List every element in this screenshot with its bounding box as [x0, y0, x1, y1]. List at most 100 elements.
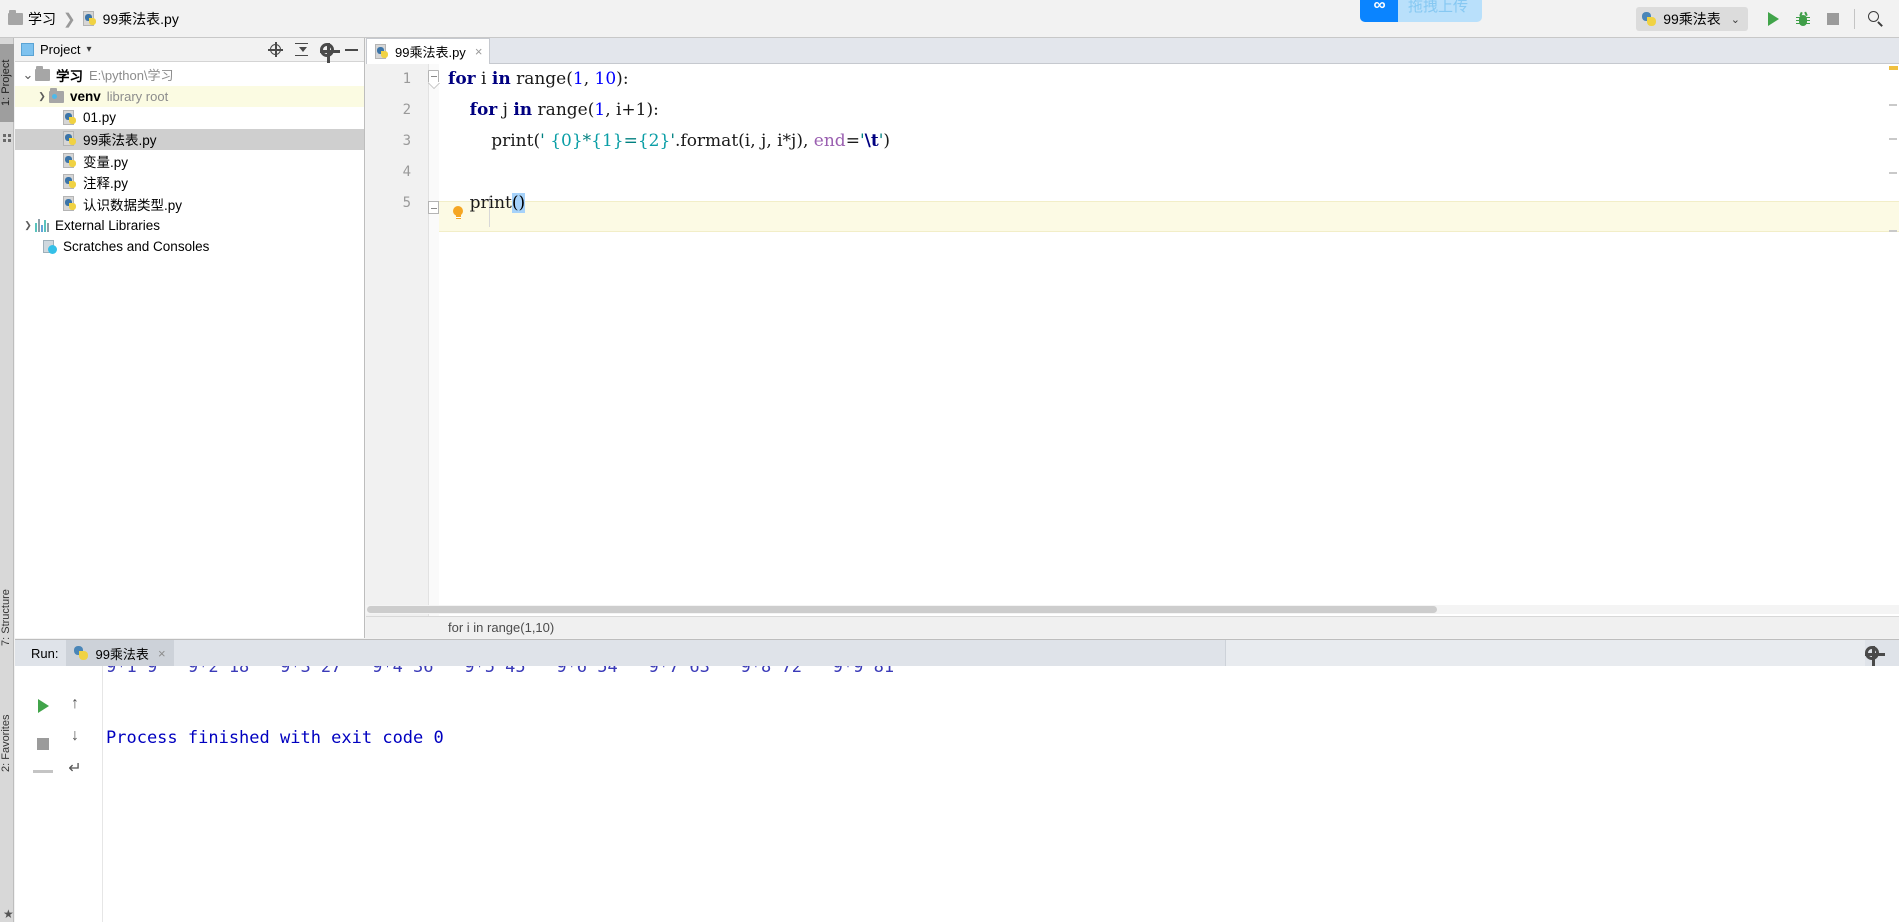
run-console-output[interactable]: 9*1 9 9*2 18 9*3 27 9*4 36 9*5 45 9*6 54… [104, 666, 1899, 922]
breadcrumb-item-file[interactable]: 99乘法表.py [82, 9, 179, 29]
project-tool-window: Project ▾ 学习 E:\python\学习 [15, 38, 365, 638]
tree-item-99-multiplication-py[interactable]: 99乘法表.py [15, 128, 364, 150]
token-function-range: range [532, 100, 588, 120]
tool-button-project[interactable]: 1: Project [0, 44, 14, 122]
scroll-up-button[interactable]: ↑ [63, 692, 87, 716]
python-file-icon [63, 109, 78, 126]
stop-button[interactable] [1818, 4, 1848, 34]
top-breadcrumb-bar: 学习 ❯ 99乘法表.py 99乘法表 ⌄ ∞ 拖拽上传 [0, 0, 1899, 38]
fold-gutter[interactable] [428, 64, 439, 638]
run-tab-99-multiplication[interactable]: 99乘法表 × [66, 640, 174, 666]
fold-region-start-icon[interactable] [428, 70, 439, 83]
token-comma: , [605, 100, 616, 120]
chevron-right-icon[interactable] [21, 219, 35, 231]
token-expression: i+1 [616, 100, 647, 120]
scroll-down-button[interactable]: ↓ [63, 724, 87, 748]
python-file-icon [375, 43, 390, 60]
token-comma: , [802, 131, 814, 151]
editor-tab-99-multiplication-py[interactable]: 99乘法表.py × [366, 38, 491, 64]
tree-item-variable-py[interactable]: 变量.py [15, 150, 364, 172]
token-function-range: range [510, 69, 567, 89]
python-file-icon [63, 174, 78, 190]
drag-upload-toast[interactable]: ∞ 拖拽上传 [1360, 0, 1483, 22]
tree-item-label: 01.py [83, 110, 117, 126]
collapse-all-icon[interactable] [294, 42, 309, 57]
rerun-button[interactable] [31, 694, 55, 718]
stop-process-button[interactable] [31, 732, 55, 756]
chevron-down-icon: ⌄ [1730, 13, 1740, 26]
tree-item-project-root[interactable]: 学习 E:\python\学习 [15, 64, 364, 86]
tree-item-01-py[interactable]: 01.py [15, 107, 364, 129]
folder-icon [8, 9, 23, 25]
editor-breadcrumb-status: for i in range(1,10) [366, 616, 1899, 638]
gear-icon[interactable] [1865, 646, 1885, 666]
line-number-gutter: 1 2 3 4 5 [366, 64, 429, 638]
editor-horizontal-scrollbar[interactable] [366, 605, 1899, 614]
token-function-print: print [469, 193, 512, 213]
tree-item-label: venv [70, 88, 101, 104]
token-number: 10 [594, 69, 617, 89]
tree-item-external-libraries[interactable]: External Libraries [15, 215, 364, 237]
warning-marker[interactable] [1889, 66, 1898, 70]
chevron-down-icon[interactable]: ▾ [86, 44, 91, 55]
chevron-right-icon[interactable] [35, 90, 49, 102]
code-editor[interactable]: 1 2 3 4 5 for i in range(1, 10): for j i… [366, 64, 1899, 638]
breadcrumb-label: 学习 [28, 10, 56, 27]
token-method-format: .format [675, 131, 739, 151]
breadcrumb-item-project[interactable]: 学习 [8, 9, 56, 29]
fold-region-end-icon[interactable] [428, 201, 439, 214]
soft-wrap-button[interactable]: ↵ [63, 756, 87, 780]
close-icon[interactable]: × [475, 44, 483, 59]
token-keyword-in: in [513, 100, 533, 120]
tree-item-scratches-consoles[interactable]: Scratches and Consoles [15, 236, 364, 258]
search-everywhere-button[interactable] [1861, 4, 1891, 34]
line-number: 3 [402, 133, 411, 149]
python-file-icon [1642, 11, 1657, 27]
editor-tab-strip: 99乘法表.py × [366, 38, 1899, 64]
run-configuration-selector[interactable]: 99乘法表 ⌄ [1636, 7, 1748, 31]
token-string-equals: = [623, 131, 638, 151]
editor-scroll-markers[interactable] [1887, 64, 1899, 638]
code-line-1: for i in range(1, 10): [448, 64, 629, 95]
libraries-icon [35, 218, 49, 232]
bug-icon [1796, 11, 1810, 27]
tree-item-annotation: library root [106, 88, 169, 104]
close-icon[interactable]: × [158, 646, 166, 661]
separator [33, 770, 53, 773]
play-icon [37, 699, 49, 713]
debug-button[interactable] [1788, 4, 1818, 34]
tool-button-structure[interactable]: 7: Structure [0, 578, 14, 658]
token-number: 1 [572, 69, 584, 89]
token-paren: ) [796, 131, 803, 151]
token-placeholder-0: {0} [550, 131, 583, 151]
scrollbar-thumb[interactable] [367, 606, 1437, 613]
project-panel-header: Project ▾ [15, 38, 364, 63]
console-line: 9*1 9 9*2 18 9*3 27 9*4 36 9*5 45 9*6 54… [106, 666, 895, 677]
line-number: 5 [402, 195, 411, 211]
change-marker [1889, 104, 1897, 106]
infinity-icon: ∞ [1360, 0, 1398, 22]
token-selected-parens: () [511, 193, 526, 213]
tool-button-favorites[interactable]: 2: Favorites [0, 698, 14, 788]
arrow-up-icon: ↑ [71, 695, 79, 712]
stop-icon [37, 738, 49, 750]
project-tree: 学习 E:\python\学习 venv library root 01.py [15, 62, 364, 258]
drag-upload-label: 拖拽上传 [1408, 0, 1469, 15]
token-colon: : [653, 100, 659, 120]
tree-item-comment-py[interactable]: 注释.py [15, 172, 364, 194]
hide-panel-icon[interactable] [345, 48, 358, 51]
tree-item-datatypes-py[interactable]: 认识数据类型.py [15, 193, 364, 215]
chevron-down-icon[interactable] [21, 67, 35, 83]
gear-icon[interactable] [320, 42, 340, 63]
run-button[interactable] [1758, 4, 1788, 34]
tree-item-venv[interactable]: venv library root [15, 85, 364, 107]
star-icon[interactable]: ★ [3, 908, 14, 920]
token-placeholder-1: {1} [591, 131, 624, 151]
token-variable-i: i [475, 69, 492, 89]
token-keyword-for: for [448, 69, 476, 89]
token-keyword-in: in [491, 69, 511, 89]
token-kwarg-end: end [813, 131, 846, 151]
token-paren: ) [616, 69, 623, 89]
locate-file-icon[interactable] [268, 42, 283, 57]
